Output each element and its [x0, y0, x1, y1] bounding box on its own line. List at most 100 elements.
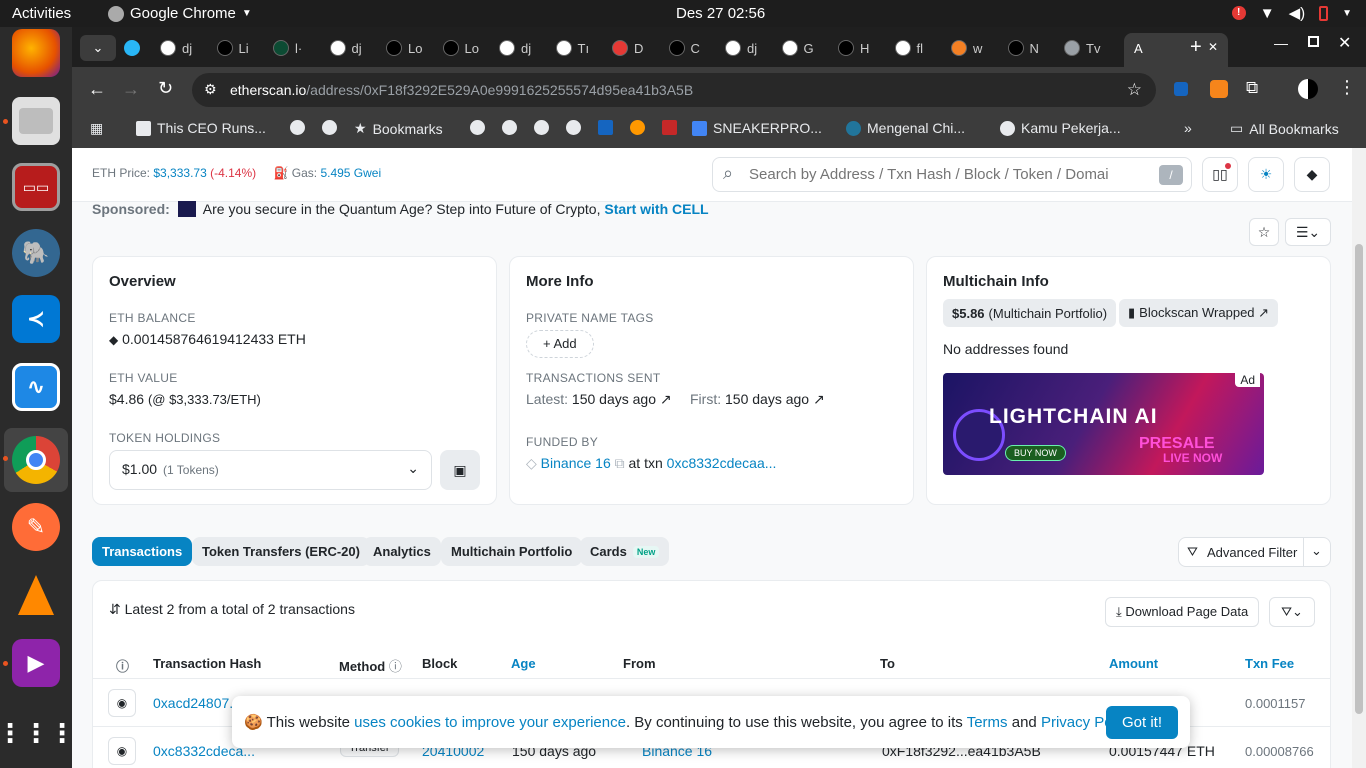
bookmark-item[interactable]: SNEAKERPRO...	[692, 120, 822, 136]
address-bar[interactable]: ⚙ etherscan.io/address/0xF18f3292E529A0e…	[192, 73, 1156, 107]
postman-icon[interactable]: ✎	[12, 503, 60, 551]
browser-tab[interactable]: Tv	[1064, 35, 1100, 61]
clock[interactable]: Des 27 02:56	[676, 5, 765, 22]
wallet-icon-button[interactable]: ▣	[440, 450, 480, 490]
browser-tab[interactable]: dj	[160, 35, 192, 61]
vlc-icon[interactable]	[12, 571, 60, 619]
eye-icon[interactable]: ◉	[108, 689, 136, 717]
search-box[interactable]: ⌕ /	[712, 157, 1192, 192]
got-it-button[interactable]: Got it!	[1105, 706, 1178, 739]
help-icon[interactable]: ⓘ	[116, 656, 129, 675]
all-bookmarks-folder[interactable]: ▭ All Bookmarks	[1230, 120, 1339, 137]
tab-multichain-portfolio[interactable]: Multichain Portfolio	[441, 537, 583, 566]
system-tray[interactable]: ! ▼ ◀) ▼	[1231, 4, 1352, 22]
browser-tab[interactable]: Lo	[386, 35, 422, 61]
bookmark-globe-icon[interactable]	[470, 120, 485, 135]
maximize-button[interactable]	[1308, 36, 1319, 47]
tab-cards[interactable]: Cards New	[580, 537, 670, 566]
extensions-puzzle-icon[interactable]: ⧉	[1246, 78, 1258, 98]
tab-telegram[interactable]	[124, 35, 140, 61]
browser-tab[interactable]: dj	[725, 35, 757, 61]
pgadmin-elephant-icon[interactable]: 🐘	[12, 229, 60, 277]
bookmark-globe-icon[interactable]	[322, 120, 337, 135]
eth-price-value[interactable]: $3,333.73	[153, 166, 206, 180]
latest-value[interactable]: 150 days ago ↗	[572, 391, 672, 407]
bookmark-star-icon[interactable]: ☆	[1127, 80, 1142, 100]
scrollbar-thumb[interactable]	[1355, 244, 1363, 714]
bookmark-item[interactable]: Mengenal Chi...	[846, 120, 965, 136]
ethereum-network-icon[interactable]: ◆	[1294, 157, 1330, 192]
col-txn-fee[interactable]: Txn Fee	[1245, 656, 1294, 671]
filter-dropdown-button[interactable]: ⛛⌄	[1269, 597, 1315, 627]
list-options-button[interactable]: ☰⌄	[1285, 218, 1331, 246]
forward-button[interactable]: →	[122, 79, 140, 100]
browser-tab[interactable]: Li	[216, 35, 249, 61]
bookmark-icon-only[interactable]	[662, 120, 677, 135]
col-amount[interactable]: Amount	[1109, 656, 1158, 671]
col-age[interactable]: Age	[511, 656, 536, 671]
new-tab-button[interactable]: +	[1190, 36, 1202, 59]
profile-avatar[interactable]	[1298, 79, 1318, 99]
bookmark-globe-icon[interactable]	[290, 120, 305, 135]
files-icon[interactable]	[12, 97, 60, 145]
menu-dots-icon[interactable]: ⋮	[1338, 77, 1356, 98]
browser-tab[interactable]: Lo	[442, 35, 479, 61]
terminal-icon[interactable]: ▭▭	[12, 163, 60, 211]
browser-tab[interactable]: C	[668, 35, 700, 61]
browser-tab[interactable]: w	[951, 35, 982, 61]
theme-sun-icon[interactable]: ☀	[1248, 157, 1284, 192]
add-tag-button[interactable]: + Add	[526, 330, 594, 358]
browser-tab[interactable]: G	[781, 35, 814, 61]
eye-icon[interactable]: ◉	[108, 737, 136, 765]
bookmark-globe-icon[interactable]	[534, 120, 549, 135]
funder-link[interactable]: Binance 16	[541, 455, 611, 471]
active-tab[interactable]: A ✕	[1124, 33, 1228, 67]
blockscan-wrapped-pill[interactable]: ▮ Blockscan Wrapped ↗	[1119, 299, 1279, 327]
close-icon[interactable]: ✕	[1208, 40, 1218, 54]
show-apps-icon[interactable]: ⋮⋮⋮	[0, 709, 75, 757]
token-holdings-dropdown[interactable]: $1.00 (1 Tokens) ⌄	[109, 450, 432, 490]
back-button[interactable]: ←	[88, 79, 106, 100]
extension-icon[interactable]	[1174, 82, 1188, 96]
tab-search-button[interactable]: ⌄	[80, 35, 116, 61]
browser-tab[interactable]: fl	[894, 35, 923, 61]
apps-grid-icon[interactable]: ▦	[90, 120, 103, 137]
bookmark-globe-icon[interactable]	[566, 120, 581, 135]
bookmark-item[interactable]: This CEO Runs...	[136, 120, 266, 136]
site-info-icon[interactable]: ⚙	[204, 81, 217, 98]
vscode-icon[interactable]: ≺	[12, 295, 60, 343]
more-bookmarks-icon[interactable]: »	[1184, 120, 1192, 136]
browser-tab[interactable]: N	[1007, 35, 1039, 61]
advanced-filter-button[interactable]: ⛛ Advanced Filter ⌄	[1178, 537, 1331, 567]
tx-hash-link[interactable]: 0xacd24807...	[153, 695, 241, 711]
browser-tab[interactable]: dj	[329, 35, 362, 61]
bookmark-item[interactable]: Kamu Pekerja...	[1000, 120, 1121, 136]
funding-txn-link[interactable]: 0xc8332cdecaa...	[667, 455, 777, 471]
tab-analytics[interactable]: Analytics	[363, 537, 441, 566]
video-player-icon[interactable]: ▶	[12, 639, 60, 687]
tab-transactions[interactable]: Transactions	[92, 537, 193, 566]
browser-tab[interactable]: dj	[499, 35, 531, 61]
metamask-icon[interactable]	[1210, 80, 1228, 98]
sponsored-link[interactable]: Start with CELL	[604, 201, 708, 217]
system-monitor-icon[interactable]: ∿	[12, 363, 60, 411]
gas-value[interactable]: 5.495 Gwei	[320, 166, 381, 180]
browser-tab[interactable]: H	[838, 35, 869, 61]
terms-link[interactable]: Terms	[967, 714, 1008, 731]
firefox-icon[interactable]	[12, 29, 60, 77]
favorite-star-button[interactable]: ☆	[1249, 218, 1279, 246]
bookmark-globe-icon[interactable]	[502, 120, 517, 135]
help-icon[interactable]: ⓘ	[389, 659, 402, 674]
reload-button[interactable]: ↻	[158, 78, 173, 99]
download-button[interactable]: ⤓ Download Page Data	[1105, 597, 1260, 627]
copy-icon[interactable]: ⧉	[615, 455, 625, 471]
bookmarks-folder[interactable]: ★ Bookmarks	[354, 120, 443, 137]
cookie-link[interactable]: uses cookies to improve your experience	[354, 714, 626, 731]
close-window-button[interactable]: ✕	[1338, 33, 1351, 53]
chrome-icon[interactable]	[12, 436, 60, 484]
activities-button[interactable]: Activities	[12, 5, 71, 22]
lightchain-ad-banner[interactable]: LIGHTCHAIN AI PRESALE LIVE NOW BUY NOW A…	[943, 373, 1264, 475]
first-value[interactable]: 150 days ago ↗	[725, 391, 825, 407]
bookmark-icon-only[interactable]	[598, 120, 613, 135]
bookmark-icon-only[interactable]	[630, 120, 645, 135]
